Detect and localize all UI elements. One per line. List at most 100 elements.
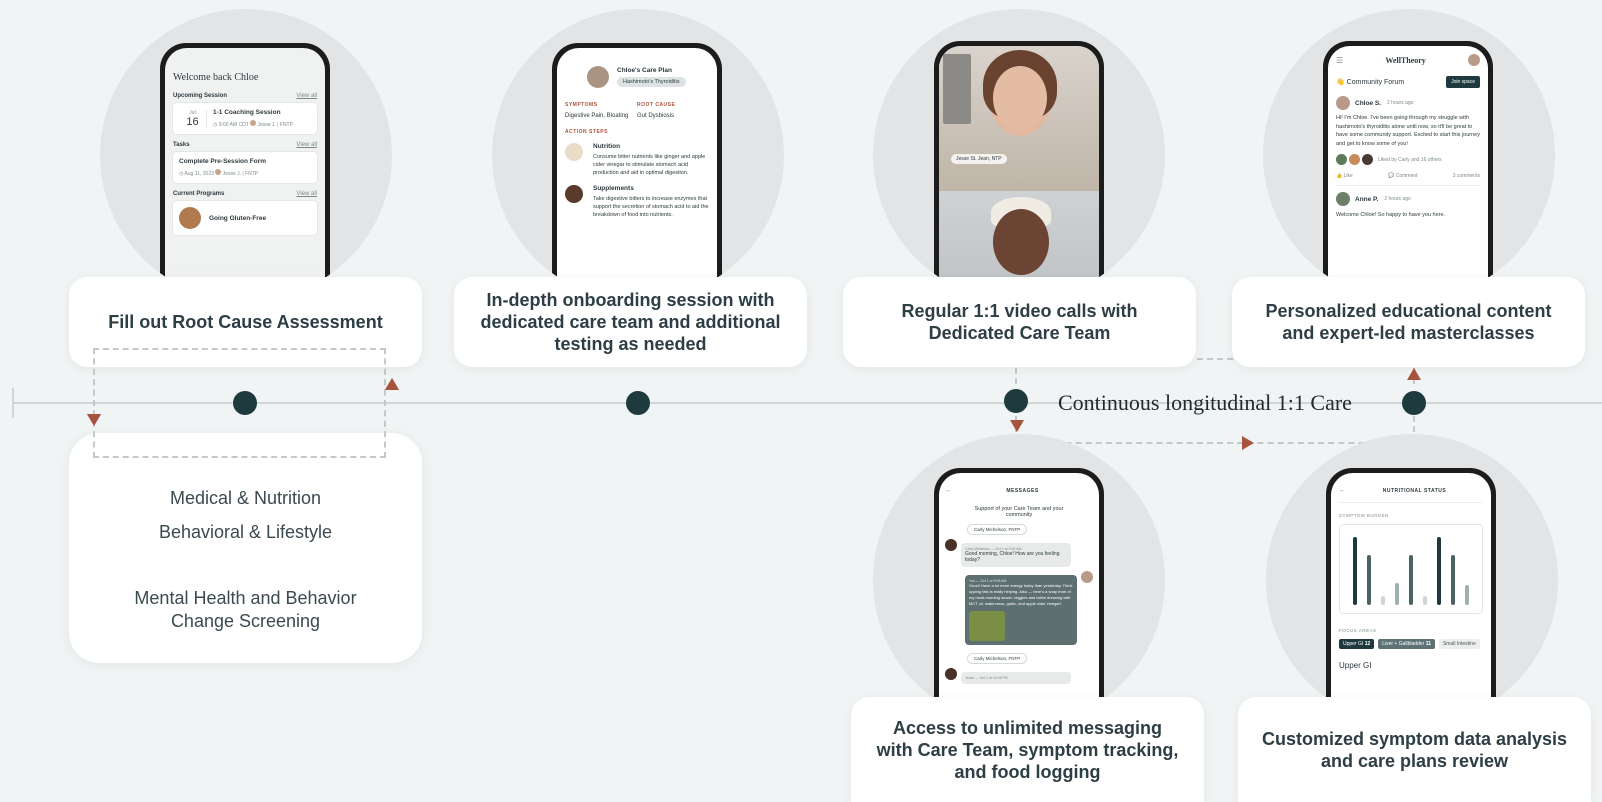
profile-avatar[interactable] bbox=[1468, 54, 1480, 66]
step-video-circle: Jesse St. Jean, NTP bbox=[873, 9, 1165, 301]
comments-count[interactable]: 3 comments bbox=[1453, 173, 1480, 179]
comment-label: Comment bbox=[1395, 173, 1418, 179]
nutrition-icon bbox=[565, 143, 583, 161]
reply-body: Welcome Chloe! So happy to have you here… bbox=[1336, 212, 1446, 218]
care-loop-arrow-right bbox=[1242, 436, 1254, 450]
msg2-meta: You — Oct 1 at 9:05 AM bbox=[969, 579, 1007, 583]
timeline-node-care-start bbox=[1004, 389, 1028, 413]
clock-icon: ◷ bbox=[213, 122, 218, 128]
timeline-node-onboarding bbox=[626, 391, 650, 415]
symptom-bar bbox=[1423, 596, 1427, 605]
screening-line3: Mental Health and Behavior Change Screen… bbox=[134, 588, 357, 631]
program-name: Going Gluten-Free bbox=[209, 214, 267, 222]
phone-nutrition: ← NUTRITIONAL STATUS SYMPTOM BURDEN FOCU… bbox=[1326, 468, 1496, 726]
assessment-loop-right bbox=[384, 348, 386, 458]
coach-avatar bbox=[215, 169, 222, 175]
step-analysis-circle: ← NUTRITIONAL STATUS SYMPTOM BURDEN FOCU… bbox=[1266, 434, 1558, 726]
tasks-view-all-link[interactable]: View all bbox=[296, 142, 317, 148]
upcoming-view-all-link[interactable]: View all bbox=[296, 93, 317, 99]
programs-heading: Current Programs bbox=[173, 191, 225, 197]
focus-chip-small-intestine[interactable]: Small Intestine bbox=[1438, 639, 1480, 649]
coach-avatar bbox=[250, 120, 257, 126]
coach-video-feed: Jesse St. Jean, NTP bbox=[939, 46, 1099, 191]
card-screening: Medical & Nutrition Behavioral & Lifesty… bbox=[69, 433, 422, 663]
step-messaging-circle: ← MESSAGES Support of your Care Team and… bbox=[873, 434, 1165, 726]
step-education-circle: ☰ WellTheory 👋 Community Forum Join spac… bbox=[1263, 9, 1555, 301]
msg1-text: Good morning, Chloe! How are you feeling… bbox=[965, 551, 1060, 563]
back-arrow-icon[interactable]: ← bbox=[1339, 487, 1346, 494]
reply-name: Anne P. bbox=[1355, 195, 1379, 203]
focus-chip-liver[interactable]: Liver + Gallbladder 11 bbox=[1378, 639, 1435, 649]
program-card[interactable]: Going Gluten-Free bbox=[173, 201, 317, 235]
user-avatar bbox=[1081, 571, 1093, 583]
step1-text: Consume bitter nutrients like ginger and… bbox=[593, 154, 706, 176]
session-day: 16 bbox=[186, 115, 199, 128]
area1-label: Upper GI bbox=[1343, 641, 1364, 647]
symptom-bar bbox=[1395, 583, 1399, 605]
symptom-bar bbox=[1367, 554, 1371, 605]
msg3-meta: Jesse — Oct 1 at 10:05 PM bbox=[965, 676, 1008, 680]
join-space-button[interactable]: Join space bbox=[1446, 76, 1480, 88]
step-assessment-circle: Welcome back Chloe Upcoming Session View … bbox=[100, 9, 392, 301]
symptoms-value: Digestive Pain, Bloating bbox=[565, 113, 629, 119]
back-arrow-icon[interactable]: ← bbox=[945, 487, 952, 494]
home-screen: Welcome back Chloe Upcoming Session View … bbox=[165, 48, 325, 301]
brand-logo: WellTheory bbox=[1385, 55, 1426, 65]
area2-score: 11 bbox=[1425, 641, 1431, 647]
symptom-bar bbox=[1409, 554, 1413, 605]
symptom-bar bbox=[1437, 536, 1441, 605]
card-education-label: Personalized educational content and exp… bbox=[1265, 301, 1552, 343]
coach-face-front bbox=[993, 66, 1047, 130]
screening-line1: Medical & Nutrition bbox=[169, 488, 322, 508]
symptoms-label: SYMPTOMS bbox=[565, 102, 598, 108]
assessment-loop-bottom bbox=[93, 456, 386, 458]
phone-care-plan: Chloe's Care Plan Hashimoto's Thyroiditi… bbox=[552, 43, 722, 301]
menu-icon[interactable]: ☰ bbox=[1336, 56, 1343, 65]
video-name-tag: Jesse St. Jean, NTP bbox=[951, 154, 1007, 164]
care-plan-title: Chloe's Care Plan bbox=[617, 67, 673, 74]
client-face-image bbox=[993, 209, 1049, 275]
msg2-text: Good! Have a lot more energy today than … bbox=[969, 583, 1073, 606]
coach-avatar bbox=[945, 539, 957, 551]
step2-title: Supplements bbox=[593, 185, 634, 192]
task-coach: Jesse J. | FNTP bbox=[222, 171, 259, 177]
programs-view-all-link[interactable]: View all bbox=[296, 191, 317, 197]
step1-title: Nutrition bbox=[593, 143, 621, 150]
phone-messages: ← MESSAGES Support of your Care Team and… bbox=[934, 468, 1104, 726]
nutrition-title: NUTRITIONAL STATUS bbox=[1382, 487, 1447, 494]
symptom-bar bbox=[1353, 536, 1357, 605]
wave-icon: 👋 bbox=[1336, 79, 1345, 86]
card-messaging-label: Access to unlimited messaging with Care … bbox=[876, 717, 1179, 782]
focus-chip-upper-gi[interactable]: Upper GI 12 bbox=[1339, 639, 1375, 649]
task-card[interactable]: Complete Pre-Session Form ◷ Aug 11, 2023… bbox=[173, 152, 317, 183]
symptom-bar bbox=[1451, 554, 1455, 605]
poster-name: Chloe S. bbox=[1355, 99, 1382, 107]
phone-forum: ☰ WellTheory 👋 Community Forum Join spac… bbox=[1323, 41, 1493, 301]
timeline-node-care-end bbox=[1402, 391, 1426, 415]
card-analysis: Customized symptom data analysis and car… bbox=[1238, 697, 1591, 802]
like-button[interactable]: 👍 Like bbox=[1336, 173, 1353, 179]
supplements-icon bbox=[565, 185, 583, 203]
comment-button[interactable]: 💬 Comment bbox=[1388, 173, 1417, 179]
reply-time: 2 hours ago bbox=[1384, 196, 1411, 202]
card-messaging: Access to unlimited messaging with Care … bbox=[851, 697, 1204, 802]
liker-avatar bbox=[1362, 154, 1373, 165]
card-assessment-label: Fill out Root Cause Assessment bbox=[108, 312, 383, 332]
food-photo-image[interactable] bbox=[969, 611, 1005, 641]
loop-arrow-up bbox=[385, 378, 399, 390]
thumbs-up-icon: 👍 bbox=[1336, 173, 1343, 179]
coach-chip: Carly Michelson, FNTP bbox=[967, 653, 1028, 664]
bookshelf-image bbox=[943, 54, 971, 124]
reply-avatar bbox=[1336, 192, 1350, 206]
area1-score: 12 bbox=[1364, 641, 1371, 647]
coach-chip: Carly Michelson, FNTP bbox=[967, 524, 1028, 535]
care-plan-avatar bbox=[587, 66, 609, 88]
session-coach: Jesse J. | FNTP bbox=[257, 122, 293, 128]
focus-label: FOCUS AREAS bbox=[1339, 628, 1377, 633]
symptom-burden-chart bbox=[1339, 524, 1483, 614]
symptom-bar bbox=[1465, 584, 1469, 605]
continuous-care-label: Continuous longitudinal 1:1 Care bbox=[1058, 390, 1352, 415]
session-card[interactable]: Jul 16 1-1 Coaching Session ◷ 9:00 AM CD… bbox=[173, 103, 317, 134]
action-steps-label: ACTION STEPS bbox=[565, 129, 608, 135]
video-call-screen: Jesse St. Jean, NTP bbox=[939, 46, 1099, 301]
